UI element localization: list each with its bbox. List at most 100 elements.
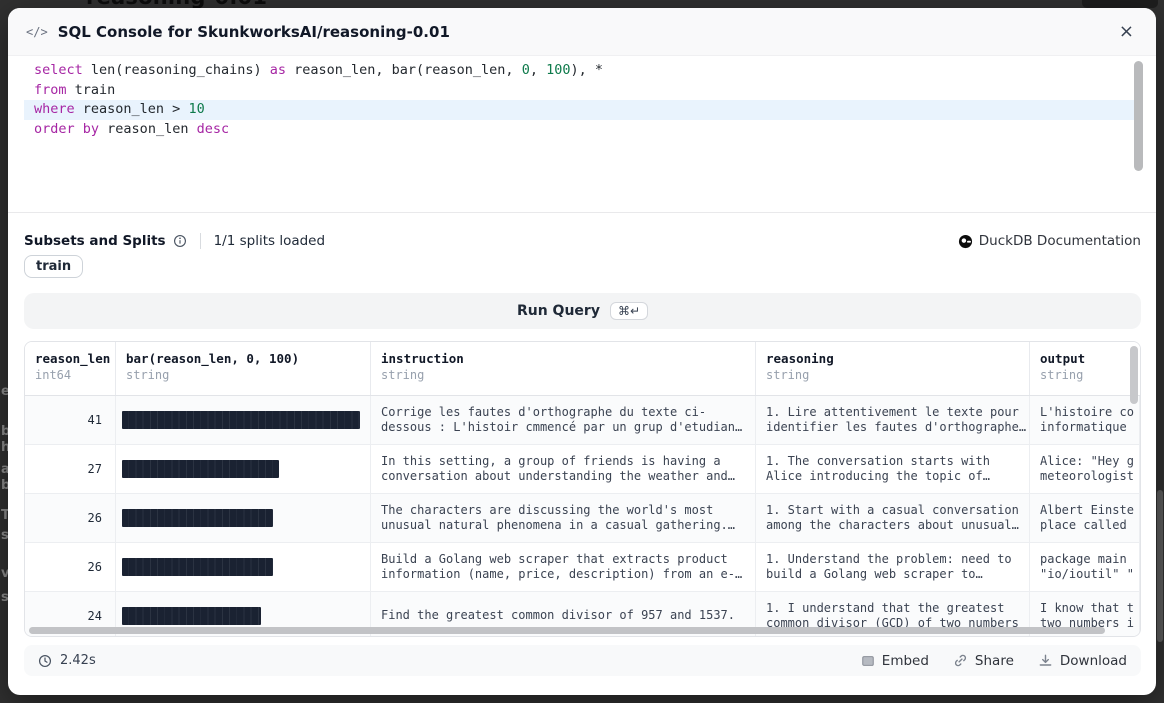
sql-console-modal: </> SQL Console for SkunkworksAI/reasoni…: [8, 8, 1156, 695]
code-token: order: [34, 121, 75, 137]
code-icon: </>: [26, 25, 48, 39]
cell-reason-len[interactable]: 26: [25, 543, 116, 591]
divider: [200, 233, 201, 249]
download-button[interactable]: Download: [1038, 653, 1127, 669]
column-name: reasoning: [766, 351, 1019, 366]
bar-glyph: [122, 558, 273, 576]
duckdb-logo-icon: [958, 234, 973, 249]
cell-reasoning[interactable]: 1. Start with a casual conversation amon…: [756, 494, 1030, 542]
column-type: string: [126, 368, 360, 382]
code-token: by: [83, 121, 99, 137]
code-token: ,: [530, 62, 546, 78]
modal-header: </> SQL Console for SkunkworksAI/reasoni…: [8, 8, 1156, 56]
cell-reason-len[interactable]: 26: [25, 494, 116, 542]
run-query-label: Run Query: [517, 303, 600, 319]
cell-instruction[interactable]: The characters are discussing the world'…: [371, 494, 756, 542]
code-token: 10: [188, 101, 204, 117]
share-label: Share: [975, 653, 1014, 669]
code-line[interactable]: from train: [24, 81, 1138, 101]
sql-editor-code[interactable]: select len(reasoning_chains) as reason_l…: [8, 56, 1156, 139]
run-query-button[interactable]: Run Query ⌘↵: [24, 293, 1141, 329]
code-token: 0: [522, 62, 530, 78]
embed-button[interactable]: Embed: [861, 653, 929, 669]
cell-text: In this setting, a group of friends is h…: [381, 454, 735, 485]
cell-output[interactable]: Alice: "Hey g meteorologist: [1030, 445, 1140, 493]
table-row: 27 In this setting, a group of friends is…: [25, 445, 1140, 494]
code-token: reason_len: [99, 121, 197, 137]
cell-bar[interactable]: [116, 543, 371, 591]
bar-glyph: [122, 607, 261, 625]
column-name: instruction: [381, 351, 745, 366]
share-button[interactable]: Share: [953, 653, 1014, 669]
embed-icon: [861, 654, 875, 668]
cell-instruction[interactable]: Build a Golang web scraper that extracts…: [371, 543, 756, 591]
table-horizontal-scrollbar[interactable]: [29, 627, 1105, 634]
column-header-output: output string: [1030, 342, 1140, 395]
cell-text: Find the greatest common divisor of 957 …: [381, 608, 735, 624]
cell-output[interactable]: Albert Einste place called: [1030, 494, 1140, 542]
cell-bar[interactable]: [116, 494, 371, 542]
code-line[interactable]: select len(reasoning_chains) as reason_l…: [24, 61, 1138, 81]
column-header-barreason_len0100: bar(reason_len, 0, 100) string: [116, 342, 371, 395]
cell-text: 1. The conversation starts with Alice in…: [766, 454, 990, 485]
column-name: reason_len: [35, 351, 105, 366]
cell-reason-len[interactable]: 27: [25, 445, 116, 493]
duckdb-documentation-link[interactable]: DuckDB Documentation: [958, 233, 1141, 249]
cell-reasoning[interactable]: 1. Understand the problem: need to build…: [756, 543, 1030, 591]
duckdb-documentation-label: DuckDB Documentation: [979, 233, 1141, 249]
column-header-instruction: instruction string: [371, 342, 756, 395]
table-row: 41 Corrige les fautes d'orthographe du te…: [25, 396, 1140, 445]
cell-reasoning[interactable]: 1. Lire attentivement le texte pour iden…: [756, 396, 1030, 444]
cell-instruction[interactable]: Corrige les fautes d'orthographe du text…: [371, 396, 756, 444]
subsets-splits-row: Subsets and Splits 1/1 splits loaded Duc…: [24, 228, 1141, 254]
cell-text: 1. Understand the problem: need to build…: [766, 552, 1012, 583]
share-link-icon: [953, 653, 968, 668]
backdrop-page-title-fragment: reasoning-0.01: [86, 0, 506, 8]
cell-reasoning[interactable]: 1. The conversation starts with Alice in…: [756, 445, 1030, 493]
cell-text: package main "io/ioutil" ": [1040, 552, 1134, 583]
cell-text: 1. Start with a casual conversation amon…: [766, 503, 1019, 534]
query-duration: 2.42s: [60, 653, 96, 668]
cell-text: Build a Golang web scraper that extracts…: [381, 552, 742, 583]
code-token: train: [67, 82, 116, 98]
code-token: reason_len, bar(reason_len,: [286, 62, 522, 78]
download-label: Download: [1060, 653, 1127, 669]
keyboard-shortcut-badge: ⌘↵: [610, 302, 648, 320]
code-token: where: [34, 101, 75, 117]
cell-reason-len[interactable]: 41: [25, 396, 116, 444]
table-row: 26 The characters are discussing the worl…: [25, 494, 1140, 543]
editor-scrollbar[interactable]: [1134, 61, 1143, 171]
info-icon[interactable]: [173, 234, 187, 248]
code-token: ), *: [570, 62, 603, 78]
split-chip-train[interactable]: train: [24, 255, 83, 278]
close-icon[interactable]: ×: [1115, 21, 1138, 43]
column-name: bar(reason_len, 0, 100): [126, 351, 360, 366]
table-row: 26 Build a Golang web scraper that extrac…: [25, 543, 1140, 592]
cell-instruction[interactable]: In this setting, a group of friends is h…: [371, 445, 756, 493]
column-header-reason_len: reason_lenint64: [25, 342, 116, 395]
splits-loaded-status: 1/1 splits loaded: [214, 233, 325, 249]
column-type: string: [381, 368, 745, 382]
column-type: string: [766, 368, 1019, 382]
table-header-row: reason_lenint64 bar(reason_len, 0, 100) st…: [25, 342, 1140, 396]
column-type: string: [1040, 368, 1130, 382]
table-body: 41 Corrige les fautes d'orthographe du te…: [25, 396, 1140, 637]
column-name: output: [1040, 351, 1130, 366]
code-token: as: [270, 62, 286, 78]
cell-bar[interactable]: [116, 445, 371, 493]
sql-editor[interactable]: select len(reasoning_chains) as reason_l…: [8, 56, 1156, 213]
results-table: reason_lenint64 bar(reason_len, 0, 100) st…: [24, 341, 1141, 637]
cell-output[interactable]: package main "io/ioutil" ": [1030, 543, 1140, 591]
embed-label: Embed: [882, 653, 929, 669]
cell-bar[interactable]: [116, 396, 371, 444]
footer-actions: Embed Share Download: [861, 653, 1127, 669]
table-vertical-scrollbar[interactable]: [1130, 346, 1138, 404]
code-line[interactable]: order by reason_len desc: [24, 120, 1138, 140]
cell-output[interactable]: L'histoire co informatique: [1030, 396, 1140, 444]
code-line[interactable]: where reason_len > 10: [24, 100, 1138, 120]
code-token: desc: [197, 121, 230, 137]
code-token: reason_len >: [75, 101, 189, 117]
bar-glyph: [122, 411, 360, 429]
code-token: select: [34, 62, 83, 78]
subsets-splits-label: Subsets and Splits: [24, 233, 166, 249]
